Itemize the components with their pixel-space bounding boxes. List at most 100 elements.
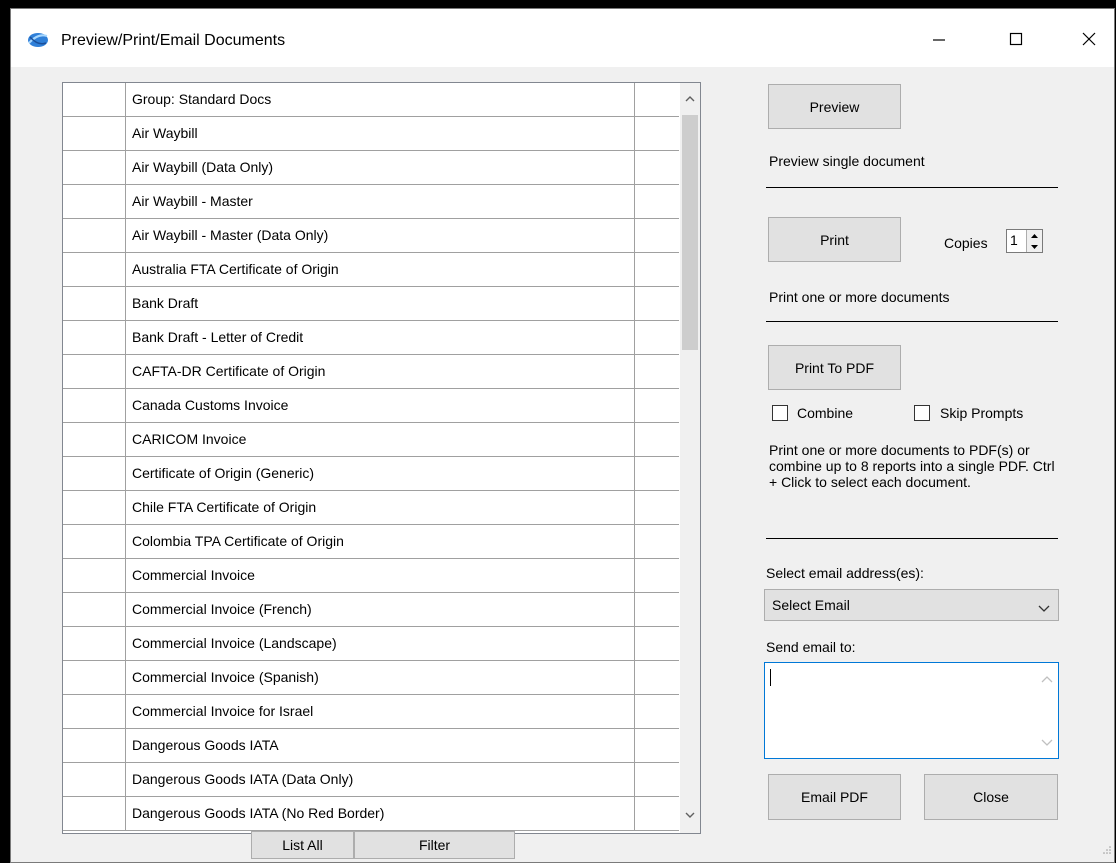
document-name: Group: Standard Docs [126,83,635,116]
filter-button[interactable]: Filter [354,831,515,859]
row-selector[interactable] [63,287,126,320]
list-item[interactable]: Commercial Invoice (Landscape) [63,627,679,661]
document-name: Dangerous Goods IATA (No Red Border) [126,797,635,830]
skip-prompts-label[interactable]: Skip Prompts [940,405,1023,421]
row-selector[interactable] [63,151,126,184]
globe-icon [26,31,50,49]
document-name: CARICOM Invoice [126,423,635,456]
scroll-up-icon[interactable] [1041,670,1053,688]
divider [766,538,1058,539]
row-selector[interactable] [63,763,126,796]
row-selector[interactable] [63,797,126,830]
copies-value: 1 [1010,232,1018,248]
document-name: Bank Draft [126,287,635,320]
row-selector[interactable] [63,83,126,116]
row-selector[interactable] [63,117,126,150]
row-selector[interactable] [63,627,126,660]
close-button[interactable]: Close [924,774,1058,820]
document-name: Air Waybill - Master [126,185,635,218]
list-all-button[interactable]: List All [251,831,354,859]
row-selector[interactable] [63,185,126,218]
close-icon[interactable] [1066,22,1112,56]
scroll-up-icon[interactable] [680,89,700,109]
scroll-thumb[interactable] [682,115,698,350]
document-name: Commercial Invoice (French) [126,593,635,626]
document-name: Dangerous Goods IATA (Data Only) [126,763,635,796]
email-pdf-button[interactable]: Email PDF [768,774,901,820]
document-name: Australia FTA Certificate of Origin [126,253,635,286]
document-name: Certificate of Origin (Generic) [126,457,635,490]
row-selector[interactable] [63,423,126,456]
list-item[interactable]: Canada Customs Invoice [63,389,679,423]
row-selector[interactable] [63,559,126,592]
scroll-down-icon[interactable] [680,805,700,825]
list-item[interactable]: Colombia TPA Certificate of Origin [63,525,679,559]
list-item[interactable]: Air Waybill - Master [63,185,679,219]
email-field-scrollbar[interactable] [1038,663,1058,758]
combine-checkbox[interactable] [772,405,788,421]
list-item[interactable]: Dangerous Goods IATA (Data Only) [63,763,679,797]
row-selector[interactable] [63,661,126,694]
scroll-down-icon[interactable] [1041,733,1053,751]
list-item[interactable]: Australia FTA Certificate of Origin [63,253,679,287]
list-item[interactable]: Commercial Invoice [63,559,679,593]
title-bar[interactable]: Preview/Print/Email Documents [11,9,1114,67]
divider [766,187,1058,188]
print-button[interactable]: Print [768,217,901,262]
document-name: Bank Draft - Letter of Credit [126,321,635,354]
list-item[interactable]: Commercial Invoice for Israel [63,695,679,729]
list-item[interactable]: Commercial Invoice (Spanish) [63,661,679,695]
document-list[interactable]: Group: Standard Docs Air Waybill Air Waybi… [62,82,701,834]
list-item[interactable]: Commercial Invoice (French) [63,593,679,627]
row-selector[interactable] [63,695,126,728]
document-name: Commercial Invoice [126,559,635,592]
list-item[interactable]: Air Waybill - Master (Data Only) [63,219,679,253]
spin-down-icon[interactable] [1027,241,1042,252]
row-selector[interactable] [63,253,126,286]
print-to-pdf-button[interactable]: Print To PDF [768,345,901,390]
copies-stepper[interactable]: 1 [1006,229,1043,253]
list-item[interactable]: Group: Standard Docs [63,83,679,117]
list-item[interactable]: Dangerous Goods IATA [63,729,679,763]
divider [766,321,1058,322]
document-name: Air Waybill (Data Only) [126,151,635,184]
spin-up-icon[interactable] [1027,230,1042,241]
row-selector[interactable] [63,525,126,558]
list-item[interactable]: Certificate of Origin (Generic) [63,457,679,491]
maximize-icon[interactable] [993,22,1039,56]
chevron-down-icon [1038,600,1050,618]
combine-label[interactable]: Combine [797,405,853,421]
list-item[interactable]: CAFTA-DR Certificate of Origin [63,355,679,389]
email-select[interactable]: Select Email [764,589,1059,621]
send-email-field[interactable] [764,662,1059,759]
preview-button[interactable]: Preview [768,84,901,129]
document-name: CAFTA-DR Certificate of Origin [126,355,635,388]
list-item[interactable]: Air Waybill (Data Only) [63,151,679,185]
list-item[interactable]: Chile FTA Certificate of Origin [63,491,679,525]
document-name: Air Waybill - Master (Data Only) [126,219,635,252]
row-selector[interactable] [63,593,126,626]
list-item[interactable]: Dangerous Goods IATA (No Red Border) [63,797,679,831]
text-caret [770,669,771,686]
list-item[interactable]: Bank Draft - Letter of Credit [63,321,679,355]
list-scrollbar[interactable] [680,83,700,833]
list-item[interactable]: CARICOM Invoice [63,423,679,457]
list-item[interactable]: Bank Draft [63,287,679,321]
copies-spin-buttons[interactable] [1026,230,1042,252]
select-email-label: Select email address(es): [766,565,924,581]
resize-grip-icon[interactable] [1102,842,1112,860]
document-name: Commercial Invoice (Landscape) [126,627,635,660]
row-selector[interactable] [63,491,126,524]
copies-label: Copies [944,235,988,251]
email-select-value: Select Email [772,597,850,613]
minimize-icon[interactable] [916,22,962,56]
row-selector[interactable] [63,457,126,490]
row-selector[interactable] [63,729,126,762]
row-selector[interactable] [63,219,126,252]
list-item[interactable]: Air Waybill [63,117,679,151]
row-selector[interactable] [63,389,126,422]
row-selector[interactable] [63,321,126,354]
row-selector[interactable] [63,355,126,388]
skip-prompts-checkbox[interactable] [914,405,930,421]
document-rows: Group: Standard Docs Air Waybill Air Waybi… [63,83,679,831]
